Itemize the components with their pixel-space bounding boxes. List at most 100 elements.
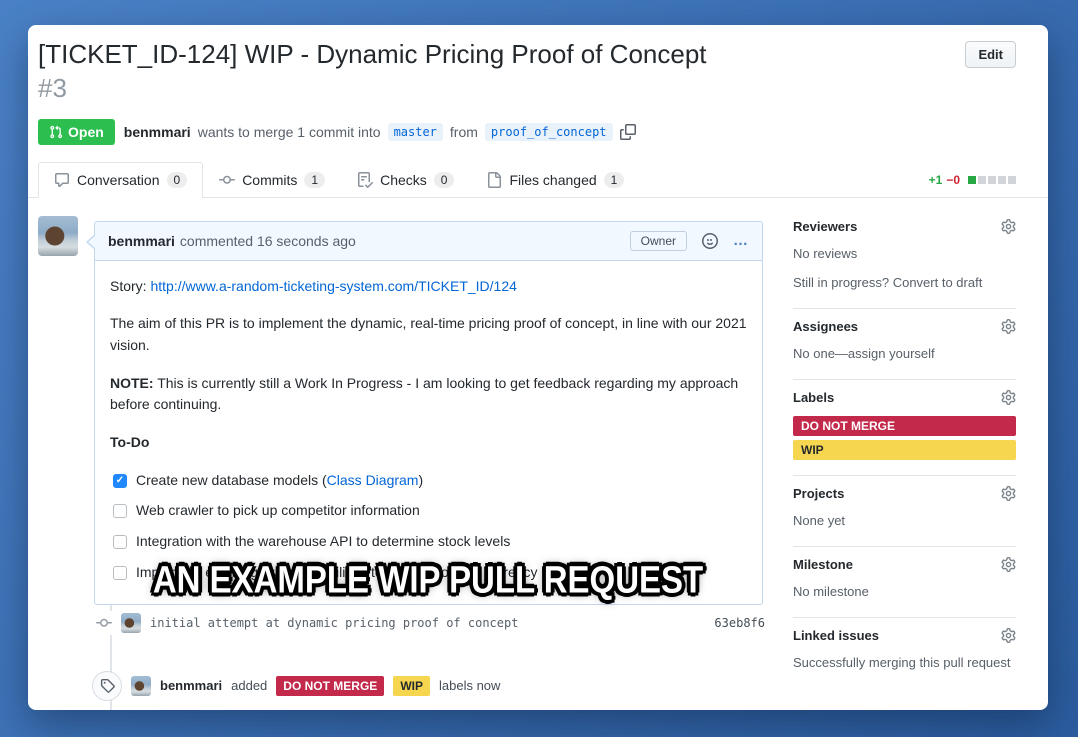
gear-icon[interactable]: [1001, 219, 1016, 234]
comment-author[interactable]: benmmari: [108, 233, 175, 249]
task-text: Integration with the warehouse API to de…: [136, 531, 510, 553]
label-event-author[interactable]: benmmari: [160, 678, 222, 693]
todo-heading: To-Do: [110, 432, 747, 454]
gear-icon[interactable]: [1001, 319, 1016, 334]
commit-icon: [219, 172, 235, 188]
author-avatar[interactable]: [38, 216, 78, 256]
copy-branch-button[interactable]: [620, 124, 636, 140]
projects-heading-row[interactable]: Projects: [793, 486, 1016, 501]
smiley-icon: [702, 233, 718, 249]
diffstat-block-neutral: [998, 176, 1006, 184]
projects-heading: Projects: [793, 486, 844, 501]
tab-commits[interactable]: Commits 1: [203, 162, 341, 198]
commit-author-avatar[interactable]: [121, 613, 141, 633]
milestone-heading: Milestone: [793, 557, 853, 572]
label-chip-wip[interactable]: WIP: [393, 676, 430, 696]
task-checkbox[interactable]: [113, 504, 127, 518]
gear-icon[interactable]: [1001, 557, 1016, 572]
pr-byline: benmmari wants to merge 1 commit into ma…: [124, 123, 636, 141]
commit-dot-icon: [96, 611, 112, 635]
tab-checks[interactable]: Checks 0: [341, 162, 470, 198]
pr-title: [TICKET_ID-124] WIP - Dynamic Pricing Pr…: [38, 38, 1016, 72]
comment-icon: [54, 172, 70, 188]
story-line: Story: http://www.a-random-ticketing-sys…: [110, 276, 747, 298]
sidebar-section-labels: Labels DO NOT MERGE WIP: [793, 380, 1016, 476]
pr-author[interactable]: benmmari: [124, 124, 191, 140]
linked-issues-heading-row[interactable]: Linked issues: [793, 628, 1016, 643]
sidebar-label-do-not-merge[interactable]: DO NOT MERGE: [793, 416, 1016, 436]
sidebar-section-milestone: Milestone No milestone: [793, 547, 1016, 618]
comment-header: benmmari commented 16 seconds ago Owner …: [95, 222, 762, 261]
head-branch-chip[interactable]: proof_of_concept: [485, 123, 613, 141]
assignees-heading: Assignees: [793, 319, 858, 334]
comment-options-button[interactable]: …: [733, 237, 749, 245]
sidebar-section-projects: Projects None yet: [793, 476, 1016, 547]
tab-conversation-label: Conversation: [77, 172, 160, 188]
owner-badge: Owner: [630, 231, 687, 251]
from-text: from: [450, 124, 478, 140]
sidebar-section-assignees: Assignees No one—assign yourself: [793, 309, 1016, 380]
labels-heading: Labels: [793, 390, 834, 405]
tab-conversation[interactable]: Conversation 0: [38, 162, 203, 198]
tab-files-changed[interactable]: Files changed 1: [470, 162, 640, 198]
commit-sha[interactable]: 63eb8f6: [714, 616, 765, 630]
task-item: Integration with the warehouse API to de…: [113, 531, 747, 553]
pr-main: benmmari commented 16 seconds ago Owner …: [28, 198, 1048, 710]
note-text: This is currently still a Work In Progre…: [110, 375, 738, 413]
copy-icon: [620, 124, 636, 140]
diffstat-block-neutral: [1008, 176, 1016, 184]
file-icon: [486, 172, 502, 188]
edit-button[interactable]: Edit: [965, 41, 1016, 68]
convert-to-draft-text[interactable]: Still in progress? Convert to draft: [793, 274, 1016, 293]
tab-conversation-count: 0: [167, 172, 188, 188]
labels-heading-row[interactable]: Labels: [793, 390, 1016, 405]
comment-meta: commented 16 seconds ago: [180, 233, 356, 249]
diffstat-deletions: −0: [946, 173, 960, 187]
task-checkbox[interactable]: [113, 535, 127, 549]
diffstat-block-added: [968, 176, 976, 184]
commit-message[interactable]: initial attempt at dynamic pricing proof…: [150, 616, 518, 630]
reviewers-empty-text: No reviews: [793, 245, 1016, 264]
task-item: Web crawler to pick up competitor inform…: [113, 500, 747, 522]
gear-icon[interactable]: [1001, 486, 1016, 501]
label-chip-do-not-merge[interactable]: DO NOT MERGE: [276, 676, 384, 696]
gear-icon[interactable]: [1001, 390, 1016, 405]
class-diagram-link[interactable]: Class Diagram: [327, 472, 419, 488]
sidebar-section-linked-issues: Linked issues Successfully merging this …: [793, 618, 1016, 688]
tab-files-label: Files changed: [509, 172, 596, 188]
description-paragraph: The aim of this PR is to implement the d…: [110, 313, 747, 356]
diffstat: +1 −0: [929, 173, 1016, 197]
diffstat-block-neutral: [978, 176, 986, 184]
projects-empty-text: None yet: [793, 512, 1016, 531]
base-branch-chip[interactable]: master: [388, 123, 443, 141]
story-label: Story:: [110, 278, 147, 294]
label-event: benmmari added DO NOT MERGE WIP labels n…: [92, 671, 763, 701]
tab-checks-count: 0: [434, 172, 455, 188]
assignees-empty-text[interactable]: No one—assign yourself: [793, 345, 1016, 364]
pull-request-icon: [49, 125, 63, 139]
tab-checks-label: Checks: [380, 172, 427, 188]
state-badge-label: Open: [68, 124, 104, 140]
merge-text: wants to merge 1 commit into: [198, 124, 381, 140]
sidebar-label-wip[interactable]: WIP: [793, 440, 1016, 460]
task-text: Create new database models (Class Diagra…: [136, 470, 423, 492]
task-checkbox[interactable]: [113, 474, 127, 488]
diffstat-block-neutral: [988, 176, 996, 184]
diffstat-additions: +1: [929, 173, 943, 187]
linked-issues-heading: Linked issues: [793, 628, 879, 643]
milestone-empty-text: No milestone: [793, 583, 1016, 602]
pr-description-comment: benmmari commented 16 seconds ago Owner …: [94, 221, 763, 606]
pr-header: Edit [TICKET_ID-124] WIP - Dynamic Prici…: [28, 25, 1048, 145]
reviewers-heading-row[interactable]: Reviewers: [793, 219, 1016, 234]
gear-icon[interactable]: [1001, 628, 1016, 643]
add-reaction-button[interactable]: [702, 233, 718, 249]
tab-files-count: 1: [604, 172, 625, 188]
label-event-avatar[interactable]: [131, 676, 151, 696]
story-link[interactable]: http://www.a-random-ticketing-system.com…: [150, 278, 516, 294]
linked-issues-text: Successfully merging this pull request: [793, 654, 1016, 673]
note-label: NOTE:: [110, 375, 154, 391]
milestone-heading-row[interactable]: Milestone: [793, 557, 1016, 572]
assignees-heading-row[interactable]: Assignees: [793, 319, 1016, 334]
conversation-timeline: benmmari commented 16 seconds ago Owner …: [38, 213, 770, 710]
label-event-action: added: [231, 678, 267, 693]
